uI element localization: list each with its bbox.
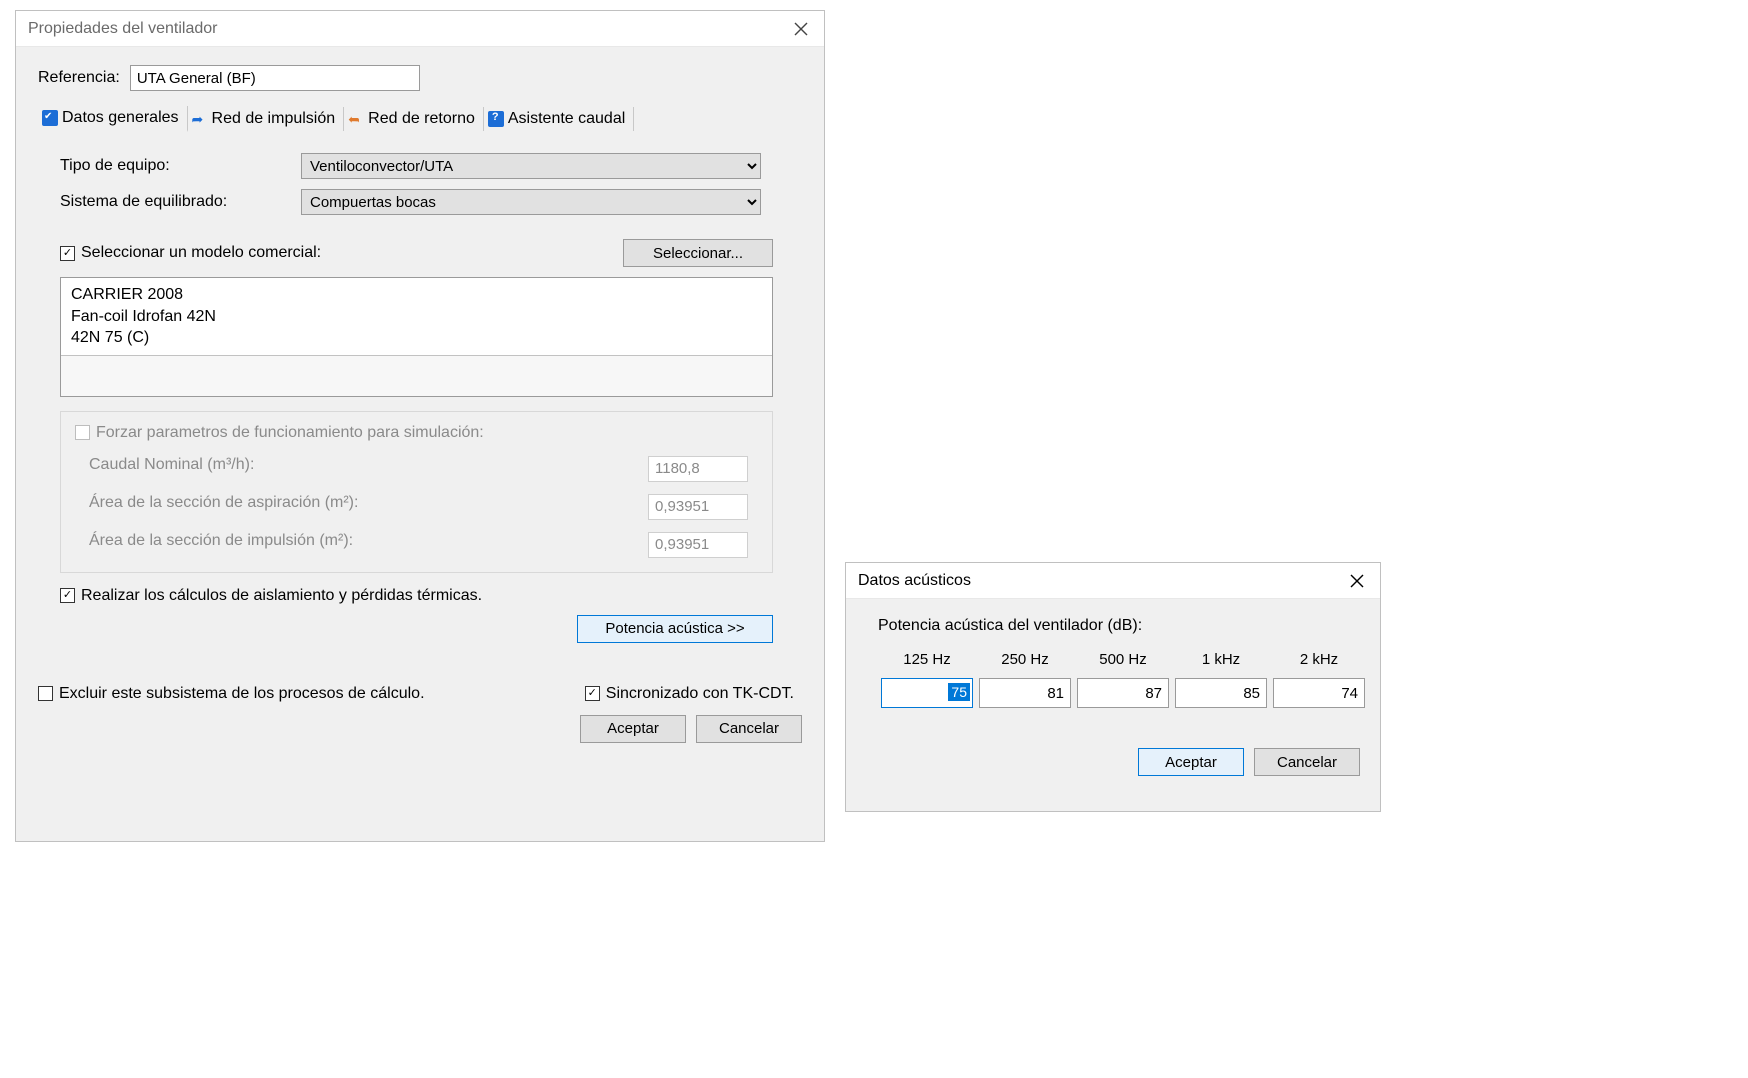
realizar-calculos-label: Realizar los cálculos de aislamiento y p… <box>81 587 482 605</box>
col-2khz: 2 kHz <box>1270 651 1368 672</box>
general-tab-icon <box>42 110 58 126</box>
close-icon[interactable] <box>1344 570 1370 592</box>
acoustic-subtitle: Potencia acústica del ventilador (dB): <box>868 617 1360 635</box>
select-model-label: Seleccionar un modelo comercial: <box>81 244 321 262</box>
val-125hz-input[interactable] <box>881 678 973 708</box>
sync-label: Sincronizado con TK-CDT. <box>606 685 794 703</box>
checkbox-icon <box>75 425 90 440</box>
tab-general-label: Datos generales <box>62 109 179 127</box>
tab-panel: Tipo de equipo: Ventiloconvector/UTA Sis… <box>38 131 802 651</box>
excluir-checkbox[interactable]: Excluir este subsistema de los procesos … <box>38 685 425 703</box>
fan-properties-dialog: Propiedades del ventilador Referencia: D… <box>15 10 825 842</box>
checkbox-icon <box>585 686 600 701</box>
tab-retorno-label: Red de retorno <box>368 110 475 128</box>
tab-impulsion-label: Red de impulsión <box>212 110 336 128</box>
sistema-equilibrado-label: Sistema de equilibrado: <box>60 193 295 211</box>
area-impulsion-label: Área de la sección de impulsión (m²): <box>89 532 640 558</box>
sistema-equilibrado-select[interactable]: Compuertas bocas <box>301 189 761 215</box>
val-250hz-input[interactable] <box>979 678 1071 708</box>
cancel-button[interactable]: Cancelar <box>696 715 802 743</box>
titlebar: Datos acústicos <box>846 563 1380 599</box>
potencia-acustica-button[interactable]: Potencia acústica >> <box>577 615 773 643</box>
col-125hz: 125 Hz <box>878 651 976 672</box>
model-line-1: CARRIER 2008 <box>71 284 762 306</box>
force-params-checkbox[interactable]: Forzar parametros de funcionamiento para… <box>75 424 758 442</box>
reference-input[interactable] <box>130 65 420 91</box>
assist-icon <box>488 111 504 127</box>
checkbox-icon <box>60 246 75 261</box>
checkbox-icon <box>60 588 75 603</box>
area-aspiracion-label: Área de la sección de aspiración (m²): <box>89 494 640 520</box>
accept-button[interactable]: Aceptar <box>580 715 686 743</box>
acoustic-grid: 125 Hz 250 Hz 500 Hz 1 kHz 2 kHz 75 <box>868 651 1360 708</box>
titlebar: Propiedades del ventilador <box>16 11 824 47</box>
tab-impulsion[interactable]: Red de impulsión <box>188 107 345 131</box>
select-model-checkbox[interactable]: Seleccionar un modelo comercial: <box>60 244 321 262</box>
select-model-button[interactable]: Seleccionar... <box>623 239 773 267</box>
tab-asistente-label: Asistente caudal <box>508 110 625 128</box>
tab-asistente[interactable]: Asistente caudal <box>484 107 634 131</box>
reference-label: Referencia: <box>38 69 120 87</box>
window-title: Propiedades del ventilador <box>28 20 217 38</box>
impulsion-arrow-icon <box>192 111 208 127</box>
model-line-2: Fan-coil Idrofan 42N <box>71 306 762 328</box>
close-icon[interactable] <box>788 18 814 40</box>
tab-retorno[interactable]: Red de retorno <box>344 107 484 131</box>
acoustic-data-dialog: Datos acústicos Potencia acústica del ve… <box>845 562 1381 812</box>
val-2khz-input[interactable] <box>1273 678 1365 708</box>
sync-checkbox[interactable]: Sincronizado con TK-CDT. <box>585 685 794 703</box>
val-1khz-input[interactable] <box>1175 678 1267 708</box>
realizar-calculos-checkbox[interactable]: Realizar los cálculos de aislamiento y p… <box>60 587 482 605</box>
col-500hz: 500 Hz <box>1074 651 1172 672</box>
retorno-arrow-icon <box>348 111 364 127</box>
model-line-3: 42N 75 (C) <box>71 327 762 349</box>
tipo-equipo-select[interactable]: Ventiloconvector/UTA <box>301 153 761 179</box>
cancel-button[interactable]: Cancelar <box>1254 748 1360 776</box>
area-aspiracion-input <box>648 494 748 520</box>
val-500hz-input[interactable] <box>1077 678 1169 708</box>
checkbox-icon <box>38 686 53 701</box>
col-1khz: 1 kHz <box>1172 651 1270 672</box>
caudal-input <box>648 456 748 482</box>
force-params-group: Forzar parametros de funcionamiento para… <box>60 411 773 573</box>
tab-general[interactable]: Datos generales <box>38 106 188 132</box>
caudal-label: Caudal Nominal (m³/h): <box>89 456 640 482</box>
model-info-empty <box>61 356 772 396</box>
model-info-box: CARRIER 2008 Fan-coil Idrofan 42N 42N 75… <box>60 277 773 397</box>
tipo-equipo-label: Tipo de equipo: <box>60 157 295 175</box>
force-params-label: Forzar parametros de funcionamiento para… <box>96 424 484 442</box>
col-250hz: 250 Hz <box>976 651 1074 672</box>
window-title: Datos acústicos <box>858 572 971 590</box>
tabs: Datos generales Red de impulsión Red de … <box>38 103 802 131</box>
excluir-label: Excluir este subsistema de los procesos … <box>59 685 425 703</box>
area-impulsion-input <box>648 532 748 558</box>
accept-button[interactable]: Aceptar <box>1138 748 1244 776</box>
